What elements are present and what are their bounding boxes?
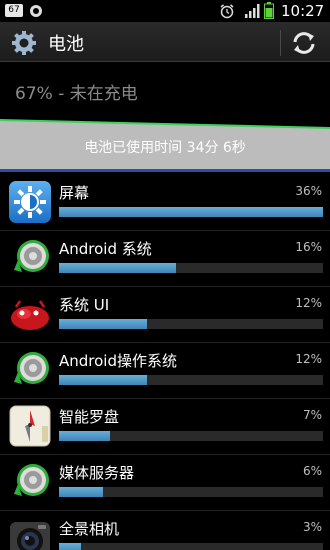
media-server-icon	[14, 464, 49, 496]
panorama-camera-icon	[10, 522, 50, 550]
list-item[interactable]: 智能罗盘 7%	[0, 399, 330, 455]
list-item[interactable]: 系统 UI 12%	[0, 287, 330, 343]
usage-bar	[59, 487, 323, 497]
item-percent: 16%	[295, 240, 322, 254]
usage-bar-fill	[59, 487, 103, 497]
battery-status-text: 67% - 未在充电	[15, 84, 138, 104]
item-percent: 12%	[295, 296, 322, 310]
list-item[interactable]: 屏幕 36%	[0, 175, 330, 231]
usage-bar-fill	[59, 543, 81, 550]
system-ui-icon	[11, 300, 49, 330]
signal-icon	[245, 4, 260, 18]
action-bar: 电池	[0, 22, 330, 62]
battery-usage-time: 电池已使用时间 34分 6秒	[84, 140, 246, 156]
list-item[interactable]: Android操作系统 12%	[0, 343, 330, 399]
item-percent: 12%	[295, 352, 322, 366]
item-name: Android操作系统	[59, 352, 177, 370]
item-percent: 7%	[302, 408, 322, 422]
notification-badge: 67	[5, 4, 23, 17]
item-name: 全景相机	[59, 520, 120, 538]
notification-icon	[30, 5, 42, 17]
usage-bar	[59, 263, 323, 273]
usage-bar-fill	[59, 207, 323, 217]
battery-icon	[264, 2, 274, 19]
list-item[interactable]: 全景相机 3%	[0, 511, 330, 550]
usage-bar-fill	[59, 319, 147, 329]
usage-bar	[59, 207, 323, 217]
usage-bar	[59, 319, 323, 329]
page-title: 电池	[48, 34, 84, 55]
list-item[interactable]: 媒体服务器 6%	[0, 455, 330, 511]
item-name: 智能罗盘	[59, 408, 120, 426]
settings-gear-icon[interactable]	[10, 29, 38, 57]
android-os-icon	[14, 352, 49, 384]
usage-bar-fill	[59, 375, 147, 385]
item-name: 屏幕	[59, 184, 90, 202]
usage-bar-fill	[59, 263, 177, 273]
refresh-icon[interactable]	[290, 30, 318, 56]
usage-bar	[59, 431, 323, 441]
item-percent: 6%	[302, 464, 322, 478]
usage-bar	[59, 543, 323, 550]
alarm-icon	[220, 4, 234, 19]
item-percent: 3%	[302, 520, 322, 534]
action-divider	[280, 30, 281, 56]
item-percent: 36%	[295, 184, 322, 198]
clock: 10:27	[281, 2, 325, 20]
item-name: 媒体服务器	[59, 464, 135, 482]
list-item[interactable]: Android 系统 16%	[0, 231, 330, 287]
status-bar: 67 10:27	[0, 0, 330, 22]
display-settings-icon	[9, 181, 51, 223]
item-name: 系统 UI	[59, 296, 110, 314]
item-name: Android 系统	[59, 240, 152, 258]
usage-bar-fill	[59, 431, 111, 441]
android-system-icon	[14, 240, 49, 272]
compass-icon	[9, 405, 51, 447]
usage-bar	[59, 375, 323, 385]
